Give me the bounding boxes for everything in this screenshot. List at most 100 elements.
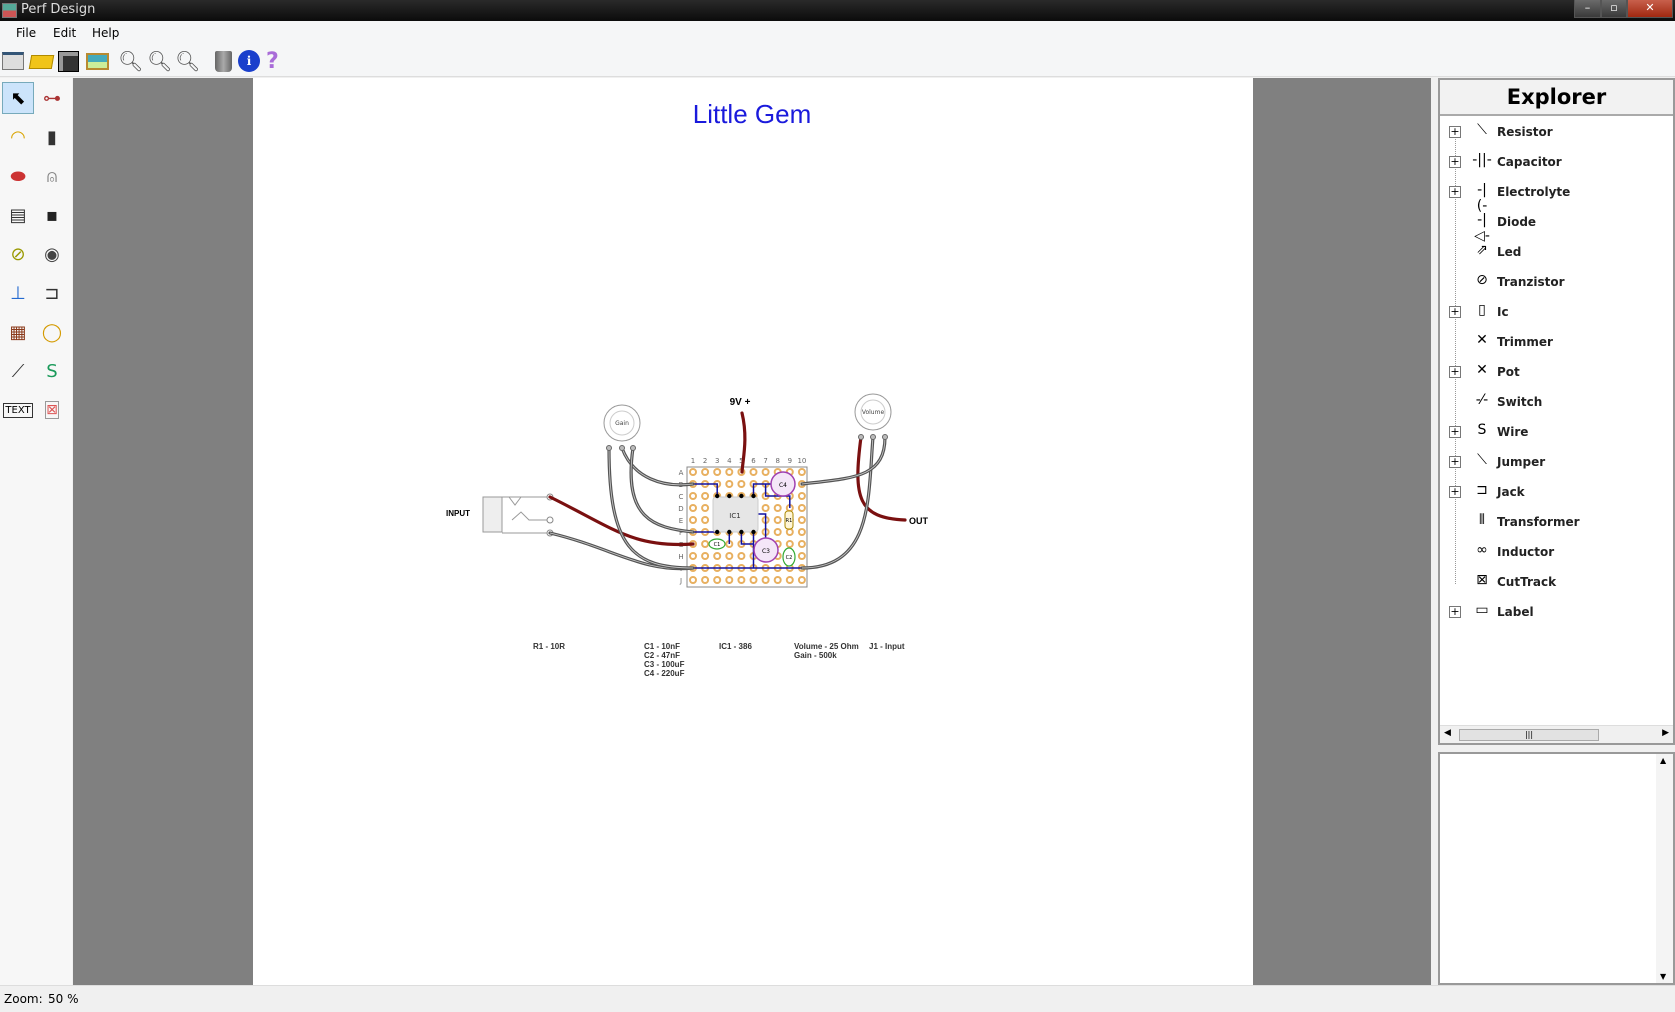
expand-icon[interactable]: + bbox=[1449, 366, 1461, 378]
new-button[interactable] bbox=[2, 49, 26, 73]
pad[interactable] bbox=[797, 540, 806, 548]
tree-item-tranzistor[interactable]: ⊘ Tranzistor bbox=[1440, 272, 1670, 292]
pot-leg[interactable] bbox=[882, 434, 888, 440]
pad[interactable] bbox=[761, 504, 770, 512]
pad[interactable] bbox=[737, 480, 746, 488]
power-wire[interactable] bbox=[740, 411, 747, 474]
pad[interactable] bbox=[701, 504, 710, 512]
pad[interactable] bbox=[785, 576, 794, 584]
info-button[interactable]: i bbox=[238, 49, 262, 73]
help-button[interactable]: ? bbox=[266, 49, 290, 74]
palette-ceramic-capacitor[interactable]: ◠ bbox=[2, 121, 34, 153]
menu-file[interactable]: File bbox=[16, 26, 36, 40]
delete-button[interactable] bbox=[212, 49, 236, 73]
pad[interactable] bbox=[797, 516, 806, 524]
output-wire[interactable] bbox=[856, 435, 907, 522]
tree-item-resistor[interactable]: + ⟍ Resistor bbox=[1440, 122, 1670, 142]
tree-item-led[interactable]: ⇗ Led bbox=[1440, 242, 1670, 262]
pad[interactable] bbox=[785, 528, 794, 536]
pad[interactable] bbox=[689, 504, 697, 512]
pad[interactable] bbox=[689, 468, 697, 476]
scroll-up-icon[interactable]: ▲ bbox=[1660, 756, 1666, 765]
pot-leg[interactable] bbox=[630, 445, 636, 451]
pad[interactable] bbox=[785, 540, 794, 548]
pad[interactable] bbox=[725, 552, 734, 560]
horizontal-scrollbar[interactable]: ◀ ||| ▶ bbox=[1440, 725, 1673, 743]
palette-electrolytic-capacitor[interactable]: ▮ bbox=[36, 121, 68, 153]
palette-jack[interactable]: ⊐ bbox=[36, 277, 68, 309]
pad[interactable] bbox=[701, 516, 710, 524]
palette-select-tool[interactable]: ⬉ bbox=[2, 82, 34, 114]
pad[interactable] bbox=[797, 552, 806, 560]
palette-text[interactable]: TEXT bbox=[2, 394, 34, 426]
palette-wire[interactable]: S bbox=[36, 355, 68, 387]
palette-diode[interactable]: ⬬ bbox=[2, 160, 34, 192]
pad[interactable] bbox=[689, 492, 697, 500]
tree-item-diode[interactable]: -|◁- Diode bbox=[1440, 212, 1670, 244]
palette-transistor[interactable]: ▤ bbox=[2, 199, 34, 231]
pad[interactable] bbox=[701, 468, 710, 476]
minimize-button[interactable]: – bbox=[1574, 0, 1601, 18]
design-canvas[interactable]: Little Gem 1 2 3 4 5 6 7 8 9 10 A B C D E F G H I J IC1 C4 C3… bbox=[73, 78, 1431, 985]
tree-item-label[interactable]: + ▭ Label bbox=[1440, 602, 1670, 622]
palette-cut-track[interactable]: ⊠ bbox=[36, 394, 68, 426]
pad[interactable] bbox=[773, 528, 782, 536]
pot-leg[interactable] bbox=[858, 434, 864, 440]
tree-item-switch[interactable]: -⁄- Switch bbox=[1440, 392, 1670, 412]
ground-wire[interactable] bbox=[548, 531, 695, 571]
tree-item-jumper[interactable]: + ⟍ Jumper bbox=[1440, 452, 1670, 472]
palette-led[interactable]: ⍝ bbox=[36, 160, 68, 192]
scroll-right-icon[interactable]: ▶ bbox=[1662, 728, 1669, 738]
pad[interactable] bbox=[689, 576, 697, 584]
pad[interactable] bbox=[713, 468, 722, 476]
pot-leg[interactable] bbox=[619, 445, 625, 451]
save-button[interactable] bbox=[58, 49, 82, 73]
input-jack[interactable] bbox=[482, 496, 503, 533]
expand-icon[interactable]: + bbox=[1449, 456, 1461, 468]
tree-item-electrolyte[interactable]: + -|(- Electrolyte bbox=[1440, 182, 1670, 214]
gain-wire-3[interactable] bbox=[629, 446, 695, 534]
tree-item-pot[interactable]: + ✕ Pot bbox=[1440, 362, 1670, 382]
scroll-left-icon[interactable]: ◀ bbox=[1444, 728, 1451, 738]
pot-leg[interactable] bbox=[870, 434, 876, 440]
pot-leg[interactable] bbox=[606, 445, 612, 451]
tree-item-jack[interactable]: + ⊐ Jack bbox=[1440, 482, 1670, 502]
pad[interactable] bbox=[773, 504, 782, 512]
pad[interactable] bbox=[725, 576, 734, 584]
palette-transformer[interactable]: ▦ bbox=[2, 316, 34, 348]
pad[interactable] bbox=[725, 480, 734, 488]
tree-item-transformer[interactable]: ⦀ Transformer bbox=[1440, 512, 1670, 532]
pad[interactable] bbox=[701, 492, 710, 500]
palette-switch[interactable]: ⊥ bbox=[2, 277, 34, 309]
pad[interactable] bbox=[773, 516, 782, 524]
menu-help[interactable]: Help bbox=[92, 26, 119, 40]
zoom-in-button[interactable]: 🔍︎ bbox=[118, 49, 143, 73]
pad[interactable] bbox=[713, 576, 722, 584]
pad[interactable] bbox=[689, 516, 697, 524]
pad[interactable] bbox=[713, 552, 722, 560]
scroll-down-icon[interactable]: ▼ bbox=[1660, 972, 1666, 981]
expand-icon[interactable]: + bbox=[1449, 186, 1461, 198]
palette-jumper[interactable]: ⟋ bbox=[2, 355, 34, 387]
vertical-scrollbar[interactable]: ▲ ▼ bbox=[1656, 754, 1673, 983]
zoom-out-button[interactable]: 🔍︎ bbox=[175, 49, 200, 73]
tree-item-inductor[interactable]: ∞ Inductor bbox=[1440, 542, 1670, 562]
expand-icon[interactable]: + bbox=[1449, 306, 1461, 318]
expand-icon[interactable]: + bbox=[1449, 426, 1461, 438]
expand-icon[interactable]: + bbox=[1449, 606, 1461, 618]
zoom-reset-button[interactable]: 🔍︎ bbox=[147, 49, 172, 73]
open-button[interactable] bbox=[28, 49, 55, 73]
pad[interactable] bbox=[725, 468, 734, 476]
pad[interactable] bbox=[761, 576, 770, 584]
pad[interactable] bbox=[701, 576, 710, 584]
menu-edit[interactable]: Edit bbox=[53, 26, 76, 40]
expand-icon[interactable]: + bbox=[1449, 126, 1461, 138]
pad[interactable] bbox=[749, 576, 758, 584]
pad[interactable] bbox=[797, 504, 806, 512]
pad[interactable] bbox=[701, 552, 710, 560]
tree-item-cuttrack[interactable]: ⊠ CutTrack bbox=[1440, 572, 1670, 592]
pad[interactable] bbox=[749, 468, 758, 476]
palette-pot[interactable]: ◉ bbox=[36, 238, 68, 270]
palette-trimmer[interactable]: ⊘ bbox=[2, 238, 34, 270]
document-page[interactable]: Little Gem 1 2 3 4 5 6 7 8 9 10 A B C D E F G H I J IC1 C4 C3… bbox=[253, 78, 1253, 985]
